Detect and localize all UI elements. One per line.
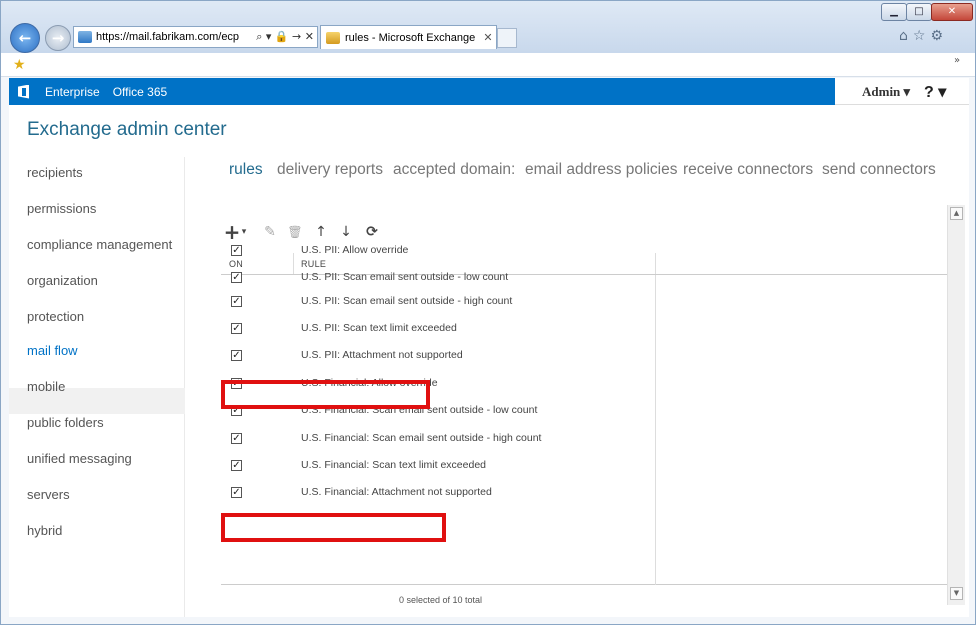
rule-name: U.S. PII: Scan email sent outside - high… xyxy=(301,295,513,307)
table-row[interactable]: ✓ U.S. PII: Allow override xyxy=(221,242,655,262)
scroll-up-button[interactable]: ▲ xyxy=(950,207,963,220)
browser-tools-icons[interactable]: ⌂☆⚙ xyxy=(899,28,948,44)
rule-enabled-checkbox[interactable]: ✓ xyxy=(231,460,242,471)
rule-name: U.S. Financial: Attachment not supported xyxy=(301,486,492,498)
browser-titlebar: ▁ □ ✕ ← → https://mail.fabrikam.com/ecp … xyxy=(1,1,975,53)
site-favicon-icon xyxy=(78,31,92,43)
favorites-star-icon[interactable]: ★ xyxy=(13,57,26,73)
table-row[interactable]: ✓ U.S. Financial: Attachment not supporte… xyxy=(221,484,655,504)
move-down-icon[interactable]: ↓ xyxy=(337,223,355,241)
new-tab-button[interactable] xyxy=(497,28,517,48)
rule-enabled-checkbox[interactable]: ✓ xyxy=(231,272,242,283)
rule-enabled-checkbox[interactable]: ✓ xyxy=(231,350,242,361)
table-row[interactable]: ✓ U.S. Financial: Scan text limit exceede… xyxy=(221,457,655,477)
highlight-box-pii-allow-override xyxy=(221,380,430,409)
nav-item-protection[interactable]: protection xyxy=(27,309,84,324)
rule-name: U.S. PII: Scan email sent outside - low … xyxy=(301,271,509,283)
left-navigation: recipients permissions compliance manage… xyxy=(9,157,185,617)
table-row[interactable]: ✓ U.S. PII: Attachment not supported xyxy=(221,347,655,367)
admin-menu[interactable]: Admin ▾ xyxy=(862,84,910,100)
rule-enabled-checkbox[interactable]: ✓ xyxy=(231,245,242,256)
browser-tab[interactable]: rules - Microsoft Exchange ✕ xyxy=(320,25,497,49)
tab-send-connectors[interactable]: send connectors xyxy=(822,161,936,179)
nav-item-recipients[interactable]: recipients xyxy=(27,165,83,180)
tab-title: rules - Microsoft Exchange xyxy=(345,31,476,44)
nav-item-public-folders[interactable]: public folders xyxy=(27,415,104,430)
rule-enabled-checkbox[interactable]: ✓ xyxy=(231,323,242,334)
user-bar: Admin ▾ ? ▾ xyxy=(835,78,969,105)
tab-rules[interactable]: rules xyxy=(229,161,263,179)
office-logo-icon xyxy=(17,84,31,100)
tab-receive-connectors[interactable]: receive connectors xyxy=(683,161,813,179)
rule-name: U.S. PII: Allow override xyxy=(301,244,409,256)
tab-favicon-icon xyxy=(326,31,340,44)
address-url[interactable]: https://mail.fabrikam.com/ecp xyxy=(96,31,256,43)
rule-name: U.S. PII: Attachment not supported xyxy=(301,349,463,361)
table-row[interactable]: ✓ U.S. PII: Scan email sent outside - hig… xyxy=(221,293,655,313)
page-title: Exchange admin center xyxy=(27,119,227,140)
tab-accepted-domains[interactable]: accepted domain: xyxy=(393,161,515,179)
table-row[interactable]: ✓ U.S. PII: Scan email sent outside - low… xyxy=(221,269,655,289)
rule-name: U.S. Financial: Scan text limit exceeded xyxy=(301,459,487,471)
scroll-down-button[interactable]: ▼ xyxy=(950,587,963,600)
forward-button[interactable]: → xyxy=(45,25,71,51)
nav-item-mobile[interactable]: mobile xyxy=(27,379,65,394)
table-row[interactable]: ✓ U.S. PII: Scan text limit exceeded xyxy=(221,320,655,340)
vertical-scrollbar[interactable]: ▲ ▼ xyxy=(947,205,965,605)
nav-item-permissions[interactable]: permissions xyxy=(27,201,96,216)
nav-item-hybrid[interactable]: hybrid xyxy=(27,523,62,538)
close-window-button[interactable]: ✕ xyxy=(931,3,973,21)
move-up-icon[interactable]: ↑ xyxy=(312,223,330,241)
browser-window: ▁ □ ✕ ← → https://mail.fabrikam.com/ecp … xyxy=(0,0,976,625)
maximize-button[interactable]: □ xyxy=(906,3,932,21)
tab-close-icon[interactable]: ✕ xyxy=(480,31,496,44)
header-link-office365[interactable]: Office 365 xyxy=(113,85,167,99)
rule-name: U.S. PII: Scan text limit exceeded xyxy=(301,322,457,334)
o365-header-bar: Enterprise Office 365 xyxy=(9,78,835,105)
header-link-enterprise[interactable]: Enterprise xyxy=(45,85,100,99)
nav-item-servers[interactable]: servers xyxy=(27,487,70,502)
nav-item-unified-messaging[interactable]: unified messaging xyxy=(27,451,132,466)
delete-icon[interactable]: 🗑 xyxy=(286,223,304,241)
nav-item-organization[interactable]: organization xyxy=(27,273,98,288)
address-bar[interactable]: https://mail.fabrikam.com/ecp ⌕ ▾ 🔒 → ✕ xyxy=(73,26,318,48)
favorites-more-icon[interactable]: » xyxy=(954,55,960,66)
nav-item-compliance-management[interactable]: compliance management xyxy=(27,237,172,252)
back-button[interactable]: ← xyxy=(10,23,40,53)
favorites-bar: ★ » xyxy=(1,53,975,77)
nav-item-mail-flow[interactable]: mail flow xyxy=(27,343,78,358)
highlight-box-financial-allow-override xyxy=(221,513,446,542)
rule-enabled-checkbox[interactable]: ✓ xyxy=(231,487,242,498)
rules-grid: ON RULE ✓ U.S. PII: Allow override ✓ U.S. P… xyxy=(221,244,947,585)
refresh-icon[interactable]: ⟳ xyxy=(363,223,381,241)
column-divider xyxy=(655,253,656,585)
add-dropdown-icon[interactable]: ▾ xyxy=(239,223,249,241)
minimize-button[interactable]: ▁ xyxy=(881,3,907,21)
admin-center-page: Exchange admin center recipients permiss… xyxy=(9,105,969,617)
selection-status: 0 selected of 10 total xyxy=(399,595,483,605)
rule-enabled-checkbox[interactable]: ✓ xyxy=(231,433,242,444)
rule-enabled-checkbox[interactable]: ✓ xyxy=(231,296,242,307)
tab-delivery-reports[interactable]: delivery reports xyxy=(277,161,383,179)
rule-name: U.S. Financial: Scan email sent outside … xyxy=(301,432,542,444)
edit-icon[interactable]: ✎ xyxy=(261,223,279,241)
tab-email-address-policies[interactable]: email address policies xyxy=(525,161,678,179)
help-menu[interactable]: ? ▾ xyxy=(924,82,946,102)
table-row[interactable]: ✓ U.S. Financial: Scan email sent outside… xyxy=(221,430,655,450)
address-tools-icons[interactable]: ⌕ ▾ 🔒 → ✕ xyxy=(256,30,317,44)
